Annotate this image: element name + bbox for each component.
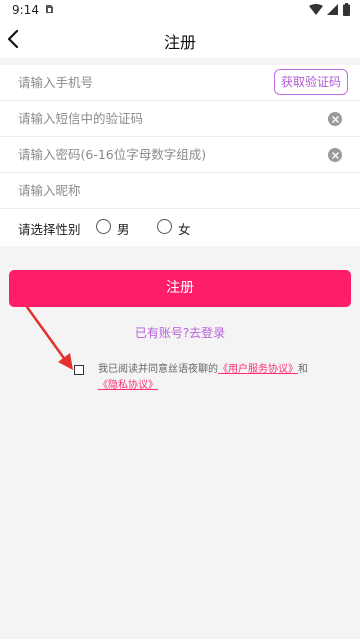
status-bar: 9:14 bbox=[0, 0, 360, 20]
phone-row: 获取验证码 bbox=[0, 65, 360, 101]
wifi-icon bbox=[309, 4, 323, 15]
password-input[interactable] bbox=[18, 137, 258, 172]
agreement-prefix: 我已阅读并同意丝语夜聊的 bbox=[98, 364, 218, 375]
status-time: 9:14 bbox=[12, 3, 39, 17]
agreement-and: 和 bbox=[298, 364, 308, 375]
gender-male-label[interactable]: 男 bbox=[117, 219, 130, 238]
password-row bbox=[0, 137, 360, 173]
terms-link[interactable]: 《用户服务协议》 bbox=[218, 364, 298, 375]
get-code-button[interactable]: 获取验证码 bbox=[274, 69, 348, 95]
sms-code-row bbox=[0, 101, 360, 137]
gender-label: 请选择性别 bbox=[18, 222, 81, 237]
nickname-row bbox=[0, 173, 360, 209]
signal-icon bbox=[327, 4, 338, 15]
register-button[interactable]: 注册 bbox=[9, 270, 351, 307]
agreement-checkbox[interactable] bbox=[74, 365, 84, 375]
privacy-link[interactable]: 《隐私协议》 bbox=[98, 380, 158, 391]
nickname-input[interactable] bbox=[18, 173, 258, 208]
gender-male-radio[interactable] bbox=[96, 219, 111, 234]
battery-icon bbox=[343, 3, 350, 16]
gender-row: 请选择性别 男 女 bbox=[0, 209, 360, 245]
sim-card-icon bbox=[46, 5, 53, 13]
app-header: 注册 bbox=[0, 20, 360, 58]
sms-code-input[interactable] bbox=[18, 101, 258, 136]
agreement-text: 我已阅读并同意丝语夜聊的《用户服务协议》和《隐私协议》 bbox=[98, 362, 313, 394]
clear-sms-code-icon[interactable] bbox=[328, 112, 342, 126]
gender-female-label[interactable]: 女 bbox=[178, 219, 191, 238]
register-form: 获取验证码 请选择性别 男 女 bbox=[0, 65, 360, 246]
gender-female-radio[interactable] bbox=[157, 219, 172, 234]
phone-input[interactable] bbox=[18, 65, 258, 100]
page-title: 注册 bbox=[163, 33, 196, 52]
login-link[interactable]: 已有账号?去登录 bbox=[0, 324, 360, 341]
clear-password-icon[interactable] bbox=[328, 148, 342, 162]
